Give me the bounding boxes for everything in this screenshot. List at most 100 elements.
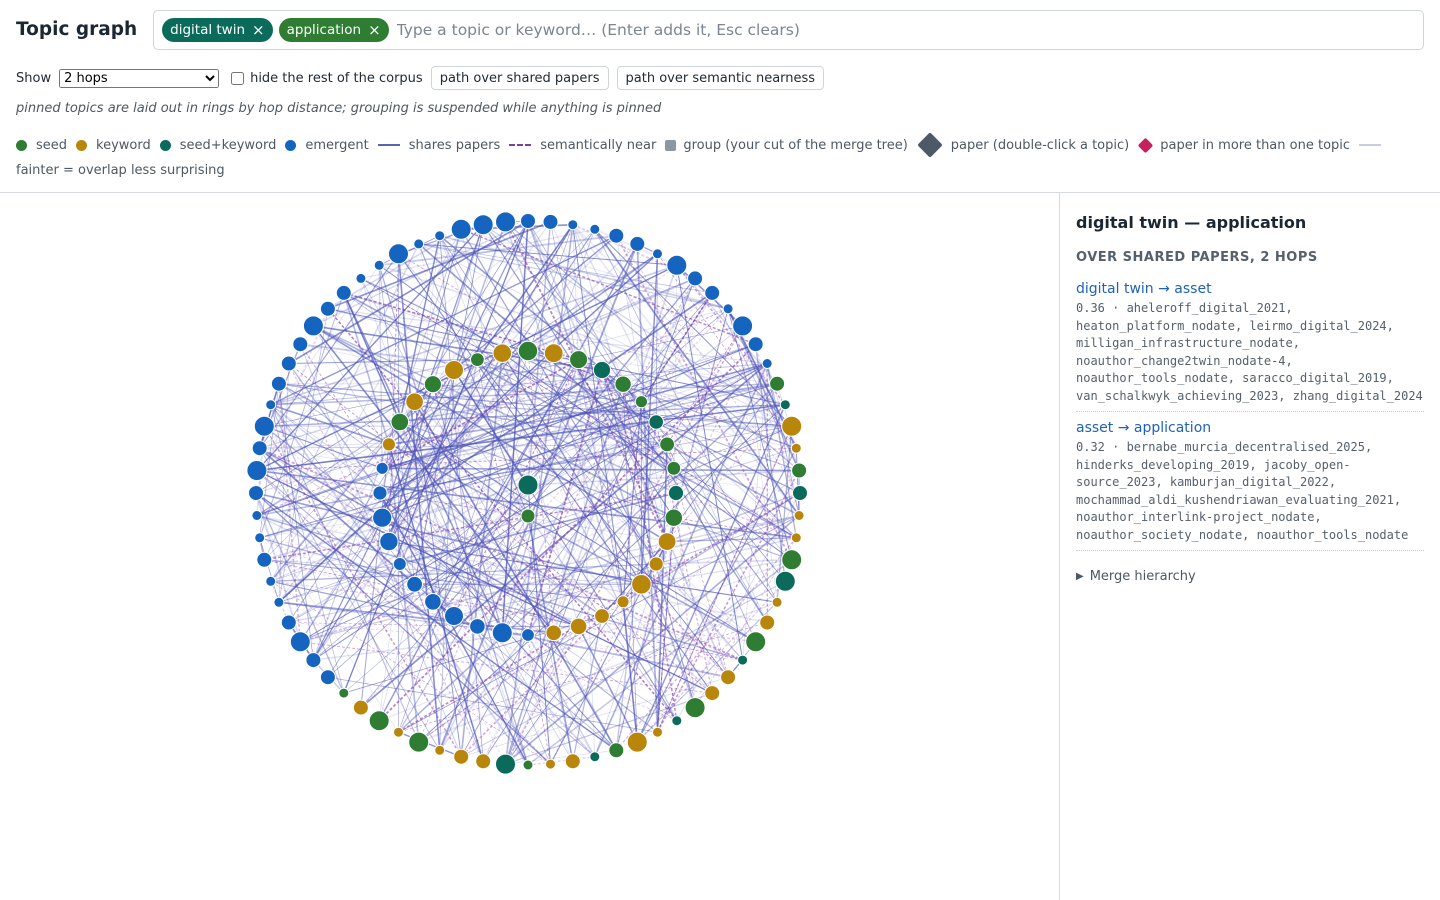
path-semantic-button[interactable]: path over semantic nearness <box>616 66 825 90</box>
path-shared-papers-button[interactable]: path over shared papers <box>430 66 609 90</box>
topic-node-seed[interactable] <box>390 412 410 432</box>
topic-node-emergent[interactable] <box>355 272 367 284</box>
topic-node-keyword[interactable] <box>405 392 424 411</box>
topic-node-seed[interactable] <box>338 687 350 699</box>
topic-node-seed[interactable] <box>684 697 706 719</box>
topic-node-emergent[interactable] <box>254 532 266 544</box>
topic-node-keyword[interactable] <box>771 596 783 608</box>
topic-node-seed[interactable] <box>614 375 632 393</box>
topic-graph-svg[interactable] <box>0 193 1060 900</box>
topic-node-emergent[interactable] <box>256 551 273 568</box>
topic-node-emergent[interactable] <box>495 211 516 233</box>
topic-node-seed[interactable] <box>408 731 430 753</box>
topic-node-emergent[interactable] <box>450 218 472 240</box>
topic-node-seed-keyword[interactable] <box>648 414 665 430</box>
topic-node-keyword[interactable] <box>569 617 588 636</box>
remove-chip-icon[interactable]: × <box>368 21 381 39</box>
topic-node-keyword[interactable] <box>781 415 803 437</box>
topic-node-emergent[interactable] <box>319 300 336 317</box>
topic-node-keyword[interactable] <box>704 685 721 702</box>
topic-node-emergent[interactable] <box>491 622 513 644</box>
topic-node-emergent[interactable] <box>273 596 285 608</box>
topic-node-emergent[interactable] <box>372 485 388 501</box>
topic-node-emergent[interactable] <box>469 618 486 635</box>
topic-node-emergent[interactable] <box>608 227 625 244</box>
topic-node-seed[interactable] <box>664 508 683 527</box>
topic-node-keyword[interactable] <box>626 731 648 753</box>
topic-node-emergent[interactable] <box>444 606 464 626</box>
path-step-link[interactable]: digital twin → asset <box>1076 281 1424 297</box>
topic-node-seed[interactable] <box>569 350 589 370</box>
topic-node-emergent[interactable] <box>251 440 268 457</box>
topic-node-seed-keyword[interactable] <box>667 484 685 502</box>
topic-node-keyword[interactable] <box>616 595 630 609</box>
topic-node-seed[interactable] <box>522 759 534 771</box>
topic-node-emergent[interactable] <box>406 575 424 593</box>
topic-node-emergent[interactable] <box>434 230 446 242</box>
topic-node-keyword[interactable] <box>492 343 513 363</box>
topic-node-emergent[interactable] <box>251 510 263 521</box>
topic-node-keyword[interactable] <box>793 510 805 521</box>
topic-node-keyword[interactable] <box>564 753 581 770</box>
hide-corpus-checkbox[interactable] <box>231 71 245 85</box>
remove-chip-icon[interactable]: × <box>252 21 265 39</box>
topic-node-emergent[interactable] <box>253 415 275 437</box>
topic-node-emergent[interactable] <box>265 575 277 587</box>
topic-node-emergent[interactable] <box>379 531 399 552</box>
topic-graph-canvas[interactable] <box>0 193 1060 900</box>
topic-node-keyword[interactable] <box>759 614 776 631</box>
topic-node-keyword[interactable] <box>543 343 564 364</box>
topic-node-emergent[interactable] <box>472 214 494 236</box>
topic-node-seed[interactable] <box>791 462 808 479</box>
topic-node-emergent[interactable] <box>392 557 407 571</box>
topic-node-emergent[interactable] <box>372 507 393 528</box>
topic-node-seed-keyword[interactable] <box>589 751 601 763</box>
topic-node-emergent[interactable] <box>413 238 425 250</box>
topic-chip-input[interactable]: digital twin × application × <box>153 9 1424 50</box>
topic-node-emergent[interactable] <box>289 631 311 653</box>
topic-node-seed[interactable] <box>520 508 536 524</box>
topic-node-emergent[interactable] <box>248 485 264 501</box>
topic-node-emergent[interactable] <box>373 259 385 271</box>
topic-node-emergent[interactable] <box>521 628 535 642</box>
topic-node-seed[interactable] <box>368 710 390 732</box>
topic-node-emergent[interactable] <box>542 213 559 230</box>
topic-node-keyword[interactable] <box>545 758 556 770</box>
topic-node-keyword[interactable] <box>790 442 802 454</box>
topic-node-emergent[interactable] <box>424 593 442 611</box>
topic-node-seed[interactable] <box>470 352 485 368</box>
topic-node-emergent[interactable] <box>302 315 324 337</box>
topic-node-emergent[interactable] <box>732 315 754 337</box>
topic-node-keyword[interactable] <box>648 556 664 572</box>
topic-search-input[interactable] <box>394 14 1415 45</box>
topic-node-emergent[interactable] <box>567 219 579 231</box>
topic-node-emergent[interactable] <box>280 614 297 631</box>
topic-node-emergent[interactable] <box>280 355 297 372</box>
topic-node-seed[interactable] <box>666 460 682 476</box>
topic-node-seed[interactable] <box>745 631 767 653</box>
topic-node-emergent[interactable] <box>652 248 663 260</box>
topic-node-emergent[interactable] <box>335 284 352 301</box>
topic-node-emergent[interactable] <box>319 669 336 686</box>
topic-node-emergent[interactable] <box>246 460 268 481</box>
topic-node-keyword[interactable] <box>352 699 369 716</box>
topic-node-emergent[interactable] <box>292 336 309 353</box>
topic-node-seed-keyword[interactable] <box>517 474 539 496</box>
topic-node-keyword[interactable] <box>545 624 563 642</box>
topic-node-emergent[interactable] <box>265 399 277 411</box>
topic-node-seed-keyword[interactable] <box>592 360 612 380</box>
topic-node-seed-keyword[interactable] <box>792 485 808 501</box>
topic-node-keyword[interactable] <box>652 726 663 738</box>
topic-node-keyword[interactable] <box>381 437 396 452</box>
hops-select[interactable]: 1 hop 2 hops 3 hops <box>59 68 220 88</box>
topic-node-emergent[interactable] <box>687 270 704 287</box>
topic-node-seed[interactable] <box>423 375 442 394</box>
topic-node-keyword[interactable] <box>720 669 737 686</box>
topic-node-keyword[interactable] <box>434 744 446 756</box>
topic-node-seed[interactable] <box>769 375 786 392</box>
topic-node-seed-keyword[interactable] <box>737 654 749 666</box>
topic-node-seed[interactable] <box>517 340 539 362</box>
topic-node-seed[interactable] <box>634 395 649 409</box>
topic-node-keyword[interactable] <box>475 753 492 770</box>
topic-node-seed-keyword[interactable] <box>779 399 791 411</box>
